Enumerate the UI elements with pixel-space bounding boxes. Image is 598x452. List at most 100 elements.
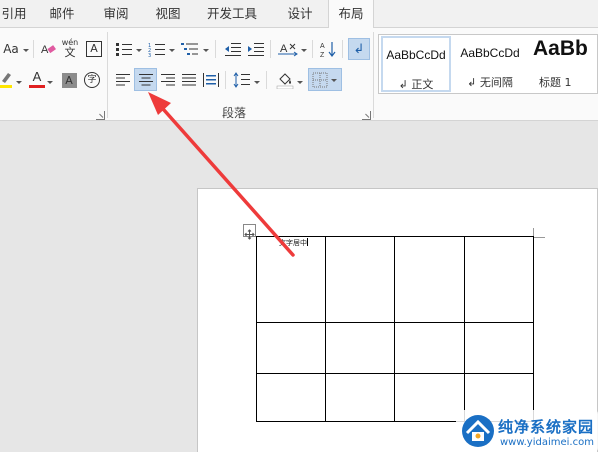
divider (33, 40, 34, 58)
multilevel-list-icon (181, 42, 198, 55)
divider (225, 71, 226, 89)
cell-text: 文字居中 (279, 239, 307, 247)
divider (266, 71, 267, 89)
table-cell[interactable] (464, 322, 534, 374)
table-cell[interactable] (464, 236, 534, 323)
tab-mailings[interactable]: 邮件 (46, 0, 78, 28)
chinese-layout-button[interactable]: A (276, 38, 300, 60)
table-cell[interactable] (394, 322, 465, 374)
paragraph-group-label: 段落 (222, 106, 247, 120)
distributed-icon (203, 73, 219, 87)
tab-design[interactable]: 设计 (284, 0, 316, 28)
paragraph-dialog-launcher[interactable] (362, 111, 371, 120)
sort-button[interactable]: A Z (317, 38, 339, 60)
tab-review[interactable]: 审阅 (100, 0, 132, 28)
character-shading-button[interactable]: A (58, 69, 80, 91)
align-center-button[interactable] (134, 68, 157, 91)
align-left-button[interactable] (112, 69, 134, 91)
font-color-button[interactable]: A (26, 68, 48, 90)
divider (215, 40, 216, 58)
divider (270, 40, 271, 58)
return-arrow-icon: ↲ (353, 41, 365, 57)
multilevel-list-button[interactable] (179, 38, 201, 60)
group-divider (107, 32, 108, 118)
style-normal[interactable]: AaBbCcDd ↲ 正文 (381, 36, 451, 92)
distributed-button[interactable] (200, 69, 222, 91)
table-cell[interactable] (256, 373, 326, 422)
divider (342, 40, 343, 58)
page-margin-mark (533, 228, 545, 238)
tab-references[interactable]: 引用 (0, 0, 28, 28)
borders-button[interactable] (308, 68, 342, 91)
chevron-down-icon[interactable] (301, 49, 307, 52)
justify-button[interactable] (178, 69, 200, 91)
site-logo-icon (462, 415, 494, 447)
svg-text:Z: Z (320, 52, 325, 58)
tab-layout[interactable]: 布局 (328, 0, 374, 29)
table-cell[interactable]: 文字居中 (256, 236, 326, 323)
color-bar (29, 85, 45, 88)
increase-indent-icon (248, 43, 264, 56)
chevron-down-icon[interactable] (47, 81, 53, 84)
eraser-icon: A (41, 44, 56, 56)
character-border-button[interactable]: A (83, 38, 105, 60)
watermark: 纯净系统家园 www.yidaimei.com (456, 410, 598, 452)
highlighter-icon (0, 73, 12, 88)
chevron-down-icon[interactable] (297, 81, 303, 84)
table-cell[interactable] (394, 236, 465, 323)
line-spacing-button[interactable] (231, 69, 253, 91)
show-formatting-marks-button[interactable]: ↲ (348, 38, 370, 60)
watermark-url: www.yidaimei.com (500, 437, 594, 448)
ribbon: Aa A wén 文 A A A 字 1 2 3 A A Z ↲ 段落 AaBb… (0, 28, 598, 121)
table-cell[interactable] (325, 373, 395, 422)
highlight-color-button[interactable] (0, 68, 18, 90)
decrease-indent-button[interactable] (222, 38, 244, 60)
table-cell[interactable] (394, 373, 465, 422)
line-spacing-icon (233, 72, 250, 88)
shading-button[interactable] (274, 69, 296, 91)
ribbon-tab-bar: 引用 邮件 审阅 视图 开发工具 设计 布局 (0, 0, 598, 29)
bullets-button[interactable] (113, 38, 135, 60)
chevron-down-icon (331, 79, 337, 82)
align-right-button[interactable] (157, 69, 179, 91)
table-cell[interactable] (256, 322, 326, 374)
font-color-icon: A (29, 69, 45, 89)
align-center-icon (138, 73, 153, 85)
chevron-down-icon[interactable] (23, 49, 29, 52)
justify-icon (182, 74, 196, 86)
chinese-layout-icon: A (278, 43, 298, 57)
chevron-down-icon[interactable] (169, 49, 175, 52)
chevron-down-icon[interactable] (203, 49, 209, 52)
table-cell[interactable] (325, 322, 395, 374)
group-divider (373, 32, 374, 118)
move-icon (244, 229, 255, 240)
svg-text:A: A (320, 43, 325, 50)
font-dialog-launcher[interactable] (96, 111, 105, 120)
align-left-icon (116, 74, 130, 86)
tab-view[interactable]: 视图 (152, 0, 184, 28)
borders-icon (312, 72, 328, 87)
style-heading-1[interactable]: AaBb 标题 1 (529, 36, 598, 92)
sort-icon: A Z (320, 42, 336, 58)
decrease-indent-icon (225, 43, 241, 56)
table-move-handle[interactable] (243, 224, 256, 240)
style-no-spacing[interactable]: AaBbCcDd ↲ 无间隔 (455, 36, 525, 92)
svg-text:A: A (280, 43, 288, 55)
document-table: 文字居中 (256, 236, 534, 422)
chevron-down-icon[interactable] (136, 49, 142, 52)
change-case-button[interactable]: Aa (0, 38, 24, 60)
phonetic-guide-button[interactable]: wén 文 (60, 37, 80, 61)
text-cursor (307, 238, 308, 246)
numbering-button[interactable]: 1 2 3 (146, 38, 168, 60)
styles-gallery: AaBbCcDd ↲ 正文 AaBbCcDd ↲ 无间隔 AaBb 标题 1 (378, 34, 598, 94)
numbered-list-icon: 1 2 3 (148, 43, 165, 57)
tab-developer[interactable]: 开发工具 (203, 0, 261, 28)
chevron-down-icon[interactable] (16, 81, 22, 84)
table-cell[interactable] (325, 236, 395, 323)
svg-text:A: A (41, 44, 49, 56)
increase-indent-button[interactable] (245, 38, 267, 60)
clear-formatting-button[interactable]: A (37, 38, 59, 60)
enclose-characters-button[interactable]: 字 (81, 69, 103, 91)
chevron-down-icon[interactable] (254, 81, 260, 84)
svg-text:3: 3 (148, 53, 151, 57)
